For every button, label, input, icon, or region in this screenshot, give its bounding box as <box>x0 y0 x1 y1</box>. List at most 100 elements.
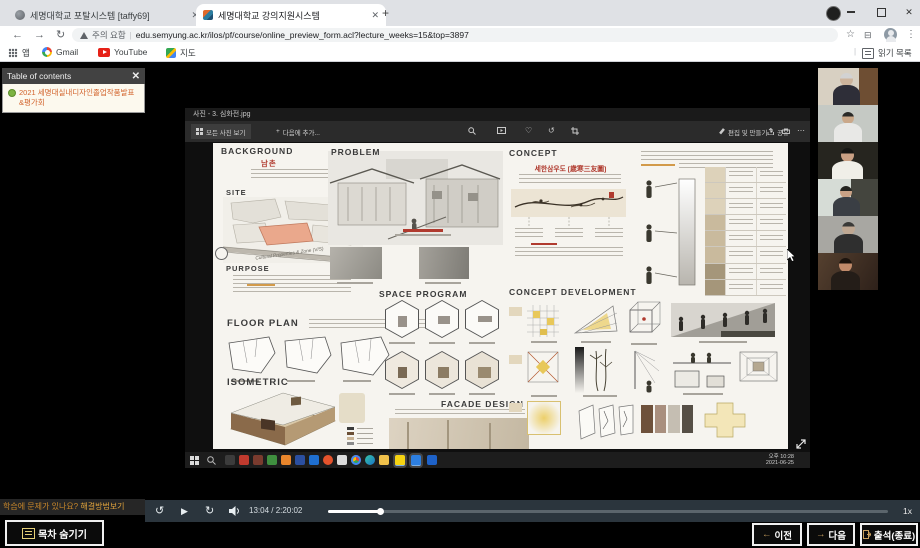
minimize-button[interactable] <box>838 0 864 24</box>
participant-torso <box>833 197 860 216</box>
participant-torso <box>834 123 862 142</box>
url-text[interactable]: edu.semyung.ac.kr/ilos/pf/course/online_… <box>136 30 469 40</box>
attendance-label: 출석(종료) <box>874 528 915 542</box>
text-line <box>519 174 621 186</box>
connector-lines <box>511 217 626 227</box>
text-line <box>515 228 543 237</box>
prev-label: 이전 <box>775 528 792 542</box>
volume-icon[interactable] <box>229 506 240 516</box>
sehan-label: 세한삼우도 [歲寒三友圖] <box>513 163 628 173</box>
player-time: 13:04 / 2:20:02 <box>249 500 302 522</box>
participant-head <box>841 148 854 162</box>
caption-line <box>425 282 461 284</box>
caption-line <box>287 380 315 382</box>
kakaotalk-icon <box>395 455 405 466</box>
participant-torso <box>833 85 860 105</box>
floor-plans <box>221 333 393 377</box>
text-line <box>555 228 583 237</box>
help-link[interactable]: 해결방법보기 <box>80 502 124 511</box>
bookmark-youtube[interactable]: YouTube <box>98 47 147 57</box>
toc-item[interactable]: 2021 세명대실내디자인졸업작품발표&평가회 <box>8 88 139 108</box>
menu-dots-icon[interactable]: ⋮ <box>906 26 916 44</box>
share-icon <box>767 128 774 135</box>
caption-line <box>583 395 617 397</box>
windows-taskbar: 오후 10:28 2021-06-25 <box>185 452 810 468</box>
left-arrow-icon: ← <box>762 529 772 540</box>
taskbar-app-icon <box>323 455 333 465</box>
caption-line <box>389 393 415 395</box>
tab-close-icon[interactable]: ✕ <box>371 10 379 21</box>
caption-line <box>429 342 455 344</box>
reload-icon[interactable]: ↻ <box>56 26 65 44</box>
text-accent <box>247 284 275 286</box>
bookmark-gmail[interactable]: Gmail <box>42 47 78 57</box>
red-caption <box>531 243 557 245</box>
security-warning[interactable]: 주의 요함 <box>92 29 126 41</box>
tab-title: 세명대학교 포탈시스템 [taffy69] <box>30 9 186 22</box>
tab-strip: 세명대학교 포탈시스템 [taffy69] ✕ 세명대학교 강의지원시스템 ✕ … <box>0 0 920 26</box>
text-line <box>641 151 773 163</box>
presentation-board: BACKGROUND 남촌 SITE <box>213 143 788 449</box>
board-heading: BACKGROUND <box>221 146 293 156</box>
figures-and-panel <box>641 177 699 289</box>
next-button[interactable]: → 다음 <box>807 523 855 546</box>
participant-torso <box>832 161 863 179</box>
taskbar-app-icon <box>253 455 263 465</box>
caption-line <box>343 380 371 382</box>
participant-torso <box>834 234 863 253</box>
divider: | <box>854 47 856 56</box>
toc-header: Table of contents ✕ <box>2 68 145 84</box>
edit-pencil-icon <box>718 128 725 135</box>
text-line <box>515 247 623 256</box>
playback-speed[interactable]: 1x <box>903 500 912 522</box>
plus-icon: + <box>276 128 280 135</box>
toc-panel: Table of contents ✕ 2021 세명대실내디자인졸업작품발표&… <box>2 68 145 113</box>
add-to-button: + 다음에 추가... <box>271 124 325 139</box>
prev-button[interactable]: ← 이전 <box>752 523 802 546</box>
side-panel-icon[interactable]: ⊟ <box>864 26 872 44</box>
map-icon <box>166 48 176 58</box>
facade-render <box>389 418 529 449</box>
favorite-heart-icon: ♡ <box>525 127 532 135</box>
back-icon[interactable]: ← <box>12 26 23 44</box>
bookmark-map[interactable]: 지도 <box>166 47 196 59</box>
play-icon[interactable]: ▶ <box>181 500 188 522</box>
problem-photo <box>330 247 382 279</box>
ink-painting <box>511 189 626 217</box>
reading-list[interactable]: 읽기 목록 <box>862 47 912 59</box>
profile-avatar[interactable] <box>884 28 897 41</box>
file-explorer-icon <box>379 455 389 465</box>
toc-item-label: 2021 세명대실내디자인졸업작품발표&평가회 <box>19 88 139 108</box>
tab-lms[interactable]: 세명대학교 강의지원시스템 ✕ <box>196 4 386 26</box>
progress-handle[interactable] <box>377 508 384 515</box>
replay-icon[interactable]: ↺ <box>155 500 164 522</box>
globe-favicon <box>15 10 25 20</box>
video-shared-screen: 사진 - 3. 심화전.jpg 모든 사진 보기 + 다음에 추가... ♡ ↺ <box>185 108 810 468</box>
omnibox[interactable]: 주의 요함 | edu.semyung.ac.kr/ilos/pf/course… <box>72 28 838 42</box>
participant-video <box>818 105 878 142</box>
new-tab-icon[interactable]: + <box>382 6 389 20</box>
hide-toc-button[interactable]: 목차 숨기기 <box>5 520 104 546</box>
compass-icon <box>215 247 228 260</box>
close-button[interactable]: ✕ <box>896 0 920 24</box>
print-icon <box>782 128 790 137</box>
bookmark-star-icon[interactable]: ☆ <box>846 26 855 44</box>
caption-line <box>631 343 657 345</box>
more-dots-icon: ⋯ <box>797 127 805 135</box>
forward-icon[interactable]: ↻ <box>205 500 214 522</box>
maximize-button[interactable] <box>868 0 894 24</box>
attendance-button[interactable]: 출석(종료) <box>860 523 918 546</box>
crop-icon <box>571 127 579 137</box>
address-bar: ← → ↻ 주의 요함 | edu.semyung.ac.kr/ilos/pf/… <box>0 26 920 44</box>
tab-portal[interactable]: 세명대학교 포탈시스템 [taffy69] ✕ <box>8 4 206 26</box>
divider: | <box>130 31 132 40</box>
clock-date: 2021-06-25 <box>766 460 794 466</box>
reading-list-label: 읽기 목록 <box>878 47 912 59</box>
toc-close-icon[interactable]: ✕ <box>132 71 140 82</box>
forward-icon[interactable]: → <box>34 26 45 44</box>
participant-video <box>818 253 878 290</box>
participant-video <box>818 179 878 216</box>
progress-track[interactable] <box>328 510 888 513</box>
taskbar-app-icon <box>267 455 277 465</box>
bookmark-apps[interactable]: 앱 <box>8 47 30 59</box>
